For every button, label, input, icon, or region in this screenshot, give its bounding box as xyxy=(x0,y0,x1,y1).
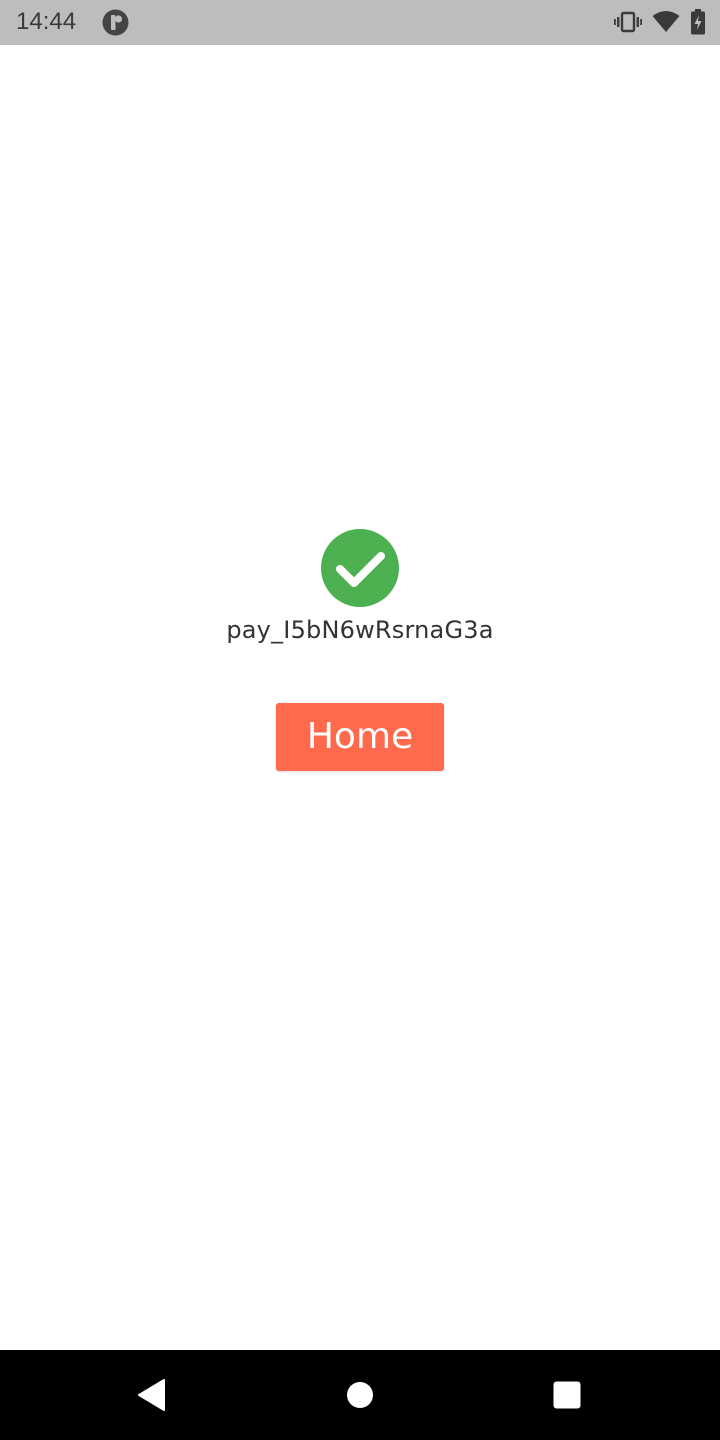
vibrate-icon xyxy=(614,10,642,34)
home-icon[interactable] xyxy=(340,1375,380,1415)
notification-app-icon xyxy=(102,9,129,36)
status-icons xyxy=(614,8,706,36)
navigation-bar xyxy=(0,1350,720,1440)
payment-success-screen: 14:44 pay_I5bN6wRsrnaG3a Home xyxy=(0,0,720,1440)
home-button[interactable]: Home xyxy=(276,703,444,771)
back-icon[interactable] xyxy=(132,1375,172,1415)
payment-id-text: pay_I5bN6wRsrnaG3a xyxy=(226,616,494,644)
check-circle-icon xyxy=(320,528,400,608)
battery-charging-icon xyxy=(690,9,706,35)
wifi-icon xyxy=(652,11,680,33)
status-bar: 14:44 xyxy=(0,0,720,45)
status-time: 14:44 xyxy=(16,8,77,35)
recents-icon[interactable] xyxy=(547,1375,587,1415)
